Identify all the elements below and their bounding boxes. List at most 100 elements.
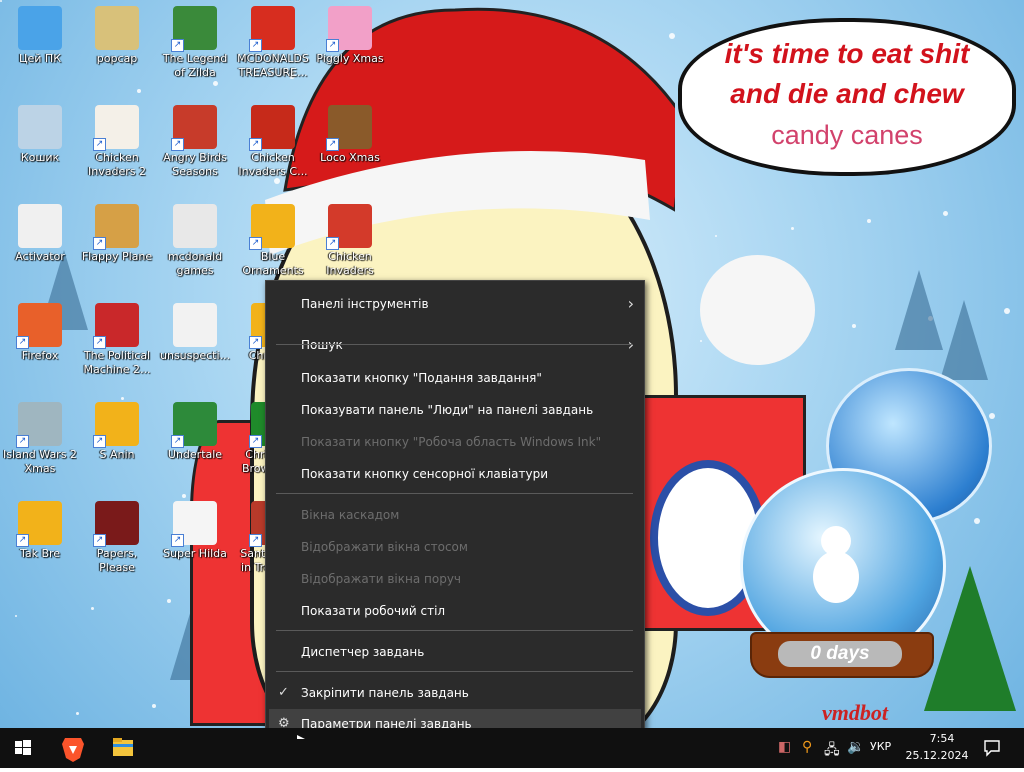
shortcut-arrow-icon: ↗ [93, 237, 106, 250]
context-menu-item[interactable]: ✓ Закріпити панель завдань [266, 678, 644, 708]
bubble-line-2: and die and chew [730, 78, 964, 109]
language-indicator[interactable]: УКР [870, 740, 891, 753]
desktop-icon[interactable]: ↗ The Political Machine 2... [80, 303, 154, 377]
desktop-icon[interactable]: popcap [80, 6, 154, 66]
desktop-icon-label: Blue Ornaments [242, 250, 304, 277]
notification-icon[interactable] [982, 738, 1002, 758]
shortcut-arrow-icon: ↗ [171, 138, 184, 151]
context-menu-item-label: Показати кнопку сенсорної клавіатури [301, 467, 549, 481]
chicken-icon: ↗ [326, 204, 372, 250]
desktop-icon[interactable]: ↗ S Anin [80, 402, 154, 462]
clock-time: 7:54 [929, 732, 955, 745]
desktop-icon[interactable]: ↗ Chicken Invaders C... [236, 105, 310, 179]
clock-date: 25.12.2024 [905, 749, 969, 762]
taskbar[interactable]: ◧ ⚲ 🖧 🔉 УКР 7:54 25.12.2024 [0, 728, 1024, 768]
tray-app-icon[interactable]: ◧ [778, 739, 791, 755]
network-icon[interactable]: 🖧 [824, 739, 840, 763]
shortcut-arrow-icon: ↗ [16, 534, 29, 547]
context-menu-item-label: Вікна каскадом [301, 508, 400, 522]
papers-please-icon: ↗ [93, 501, 139, 547]
snowflake [91, 607, 94, 610]
context-menu-item[interactable]: Показувати панель "Люди" на панелі завда… [266, 395, 644, 425]
shortcut-arrow-icon: ↗ [93, 336, 106, 349]
context-menu-item[interactable]: Пошук › [266, 330, 644, 360]
mouse-cursor [297, 735, 305, 739]
file-explorer-taskbar-button[interactable] [100, 728, 146, 768]
desktop-icon[interactable]: ↗ MCDONALDS TREASURE... [236, 6, 310, 80]
puzzle-icon: ↗ [16, 501, 62, 547]
volume-icon[interactable]: 🔉 [847, 739, 864, 755]
desktop-icon[interactable]: unsuspecti... [158, 303, 232, 363]
desktop-icon-label: Loco Xmas [320, 151, 380, 164]
context-menu-item[interactable]: Відображати вікна стосом [266, 532, 644, 562]
snowflake [182, 494, 186, 498]
shortcut-arrow-icon: ↗ [171, 534, 184, 547]
snowflake [867, 219, 871, 223]
desktop-icon[interactable]: ↗ Loco Xmas [313, 105, 387, 165]
context-menu-item-label: Показати кнопку "Робоча область Windows … [301, 435, 602, 449]
desktop-icon[interactable]: Кошик [3, 105, 77, 165]
desktop-icon[interactable]: mcdonald games [158, 204, 232, 278]
context-menu-item[interactable]: Показати кнопку сенсорної клавіатури [266, 459, 644, 489]
desktop-icon-label: Chicken Invaders C... [238, 151, 308, 178]
recycle-bin-icon [18, 105, 62, 149]
snowflake [974, 518, 980, 524]
context-menu-item[interactable]: Панелі інструментів › [266, 289, 644, 319]
plane-icon: ↗ [93, 204, 139, 250]
desktop-icon[interactable]: ↗ Angry Birds Seasons [158, 105, 232, 179]
start-button[interactable] [0, 728, 46, 768]
speech-bubble: it's time to eat shit and die and chew c… [678, 18, 1016, 176]
context-menu-item[interactable]: Диспетчер завдань [266, 637, 644, 667]
desktop-icon-label: Chicken Invaders [326, 250, 374, 277]
desktop-icon-label: MCDONALDS TREASURE... [237, 52, 309, 79]
desktop-icon-label: Кошик [20, 151, 60, 164]
desktop-icon[interactable]: ↗ Firefox [3, 303, 77, 363]
desktop-icon[interactable]: Activator [3, 204, 77, 264]
desktop-icon[interactable]: ↗ The Legend of Zilda [158, 6, 232, 80]
context-menu-item[interactable]: Показати кнопку "Робоча область Windows … [266, 427, 644, 457]
desktop-icon-label: Цей ПК [18, 52, 62, 65]
desktop-icon-label: unsuspecti... [159, 349, 231, 362]
windows-logo-icon [15, 740, 31, 755]
context-menu-item-label: Диспетчер завдань [301, 645, 425, 659]
desktop-icon[interactable]: ↗ Papers, Please [80, 501, 154, 575]
background-tree [940, 300, 988, 380]
desktop-icon[interactable]: ↗ Piggly Xmas [313, 6, 387, 66]
desktop-icon-label: Undertale [167, 448, 223, 461]
desktop-icon[interactable]: ↗ Island Wars 2 Xmas [3, 402, 77, 476]
snowflake [76, 712, 79, 715]
snowflake [152, 704, 156, 708]
desktop-icon-label: The Legend of Zilda [162, 52, 228, 79]
desktop-icon[interactable]: ↗ Chicken Invaders 2 [80, 105, 154, 179]
desktop-icon[interactable]: ↗ Tak Bre [3, 501, 77, 561]
context-menu-item[interactable]: Вікна каскадом [266, 500, 644, 530]
shortcut-arrow-icon: ↗ [171, 39, 184, 52]
christmas-tree [924, 566, 1016, 711]
context-menu-item[interactable]: Відображати вікна поруч [266, 564, 644, 594]
context-menu-item-label: Відображати вікна поруч [301, 572, 462, 586]
pig-icon: ↗ [326, 6, 372, 52]
desktop-icon[interactable]: Цей ПК [3, 6, 77, 66]
bubble-line-3: candy canes [771, 120, 923, 150]
menu-separator [276, 493, 633, 494]
context-menu-item[interactable]: Показати кнопку "Подання завдання" [266, 363, 644, 393]
shortcut-arrow-icon: ↗ [249, 534, 262, 547]
desktop-icon[interactable]: ↗ Blue Ornaments [236, 204, 310, 278]
context-menu-item-label: Пошук [301, 338, 343, 352]
snowflake [213, 81, 218, 86]
context-menu-item-label: Відображати вікна стосом [301, 540, 468, 554]
desktop-icon[interactable]: ↗ Super Hilda [158, 501, 232, 561]
desktop-icon-label: Chicken Invaders 2 [88, 151, 146, 178]
desktop-icon[interactable]: ↗ Undertale [158, 402, 232, 462]
pixel-icon: ↗ [171, 501, 217, 547]
context-menu-item[interactable]: Показати робочий стіл [266, 596, 644, 626]
desktop-icon[interactable]: ↗ Chicken Invaders [313, 204, 387, 278]
desktop-icon[interactable]: ↗ Flappy Plane [80, 204, 154, 264]
checkmark-icon: ✓ [278, 685, 289, 700]
everything-tray-icon[interactable]: ⚲ [802, 739, 812, 755]
brave-icon [62, 738, 84, 762]
brave-taskbar-button[interactable] [50, 728, 96, 768]
context-menu-item-label: Показати кнопку "Подання завдання" [301, 371, 542, 385]
puzzle-icon: ↗ [93, 402, 139, 448]
menu-separator [276, 344, 633, 345]
